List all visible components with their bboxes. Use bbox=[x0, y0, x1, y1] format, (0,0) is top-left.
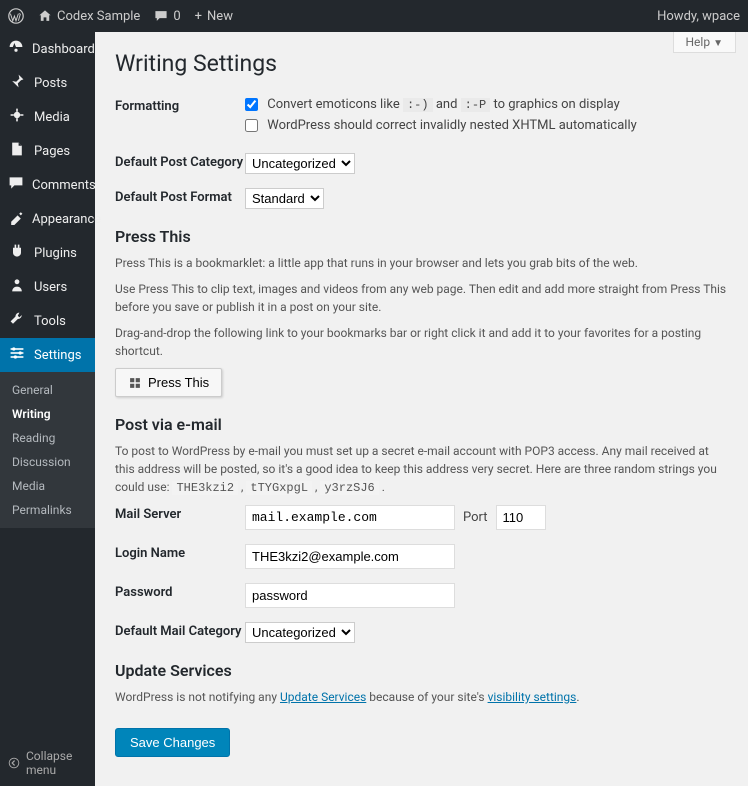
default-format-label: Default Post Format bbox=[115, 188, 245, 205]
media-icon bbox=[8, 107, 26, 127]
sidebar-item-comments[interactable]: Comments bbox=[0, 168, 95, 202]
comments-count: 0 bbox=[173, 9, 180, 24]
sidebar-item-label: Users bbox=[34, 280, 67, 295]
sidebar-item-label: Appearance bbox=[32, 212, 101, 227]
sidebar-item-media[interactable]: Media bbox=[0, 100, 95, 134]
collapse-menu[interactable]: Collapse menu bbox=[0, 739, 95, 786]
sidebar-item-posts[interactable]: Posts bbox=[0, 66, 95, 100]
default-mail-category-label: Default Mail Category bbox=[115, 622, 245, 639]
collapse-label: Collapse menu bbox=[26, 749, 87, 777]
site-name-text: Codex Sample bbox=[57, 9, 140, 24]
sidebar-item-label: Plugins bbox=[34, 246, 77, 261]
wp-logo[interactable] bbox=[8, 8, 24, 24]
formatting-label: Formatting bbox=[115, 97, 245, 114]
submenu-item-reading[interactable]: Reading bbox=[0, 426, 95, 450]
collapse-icon bbox=[8, 757, 20, 769]
main-content: Writing Settings Formatting Convert emot… bbox=[95, 32, 748, 786]
settings-submenu: GeneralWritingReadingDiscussionMediaPerm… bbox=[0, 372, 95, 528]
sidebar-item-settings[interactable]: Settings bbox=[0, 338, 95, 372]
default-mail-category-select[interactable]: Uncategorized bbox=[245, 622, 355, 643]
appearance-icon bbox=[8, 209, 24, 229]
xhtml-option[interactable]: WordPress should correct invalidly neste… bbox=[245, 118, 728, 133]
press-this-heading: Press This bbox=[115, 227, 728, 246]
password-label: Password bbox=[115, 583, 245, 600]
mail-server-input[interactable] bbox=[245, 505, 455, 530]
sidebar-item-label: Tools bbox=[34, 314, 66, 329]
default-format-select[interactable]: Standard bbox=[245, 188, 324, 209]
default-category-label: Default Post Category bbox=[115, 153, 245, 170]
submenu-item-permalinks[interactable]: Permalinks bbox=[0, 498, 95, 522]
mail-server-label: Mail Server bbox=[115, 505, 245, 522]
wordpress-icon bbox=[8, 8, 24, 24]
login-name-input[interactable] bbox=[245, 544, 455, 569]
emoticons-checkbox[interactable] bbox=[245, 98, 258, 111]
press-this-icon bbox=[128, 376, 142, 390]
site-name-link[interactable]: Codex Sample bbox=[38, 9, 140, 24]
sidebar-item-pages[interactable]: Pages bbox=[0, 134, 95, 168]
submenu-item-general[interactable]: General bbox=[0, 378, 95, 402]
sidebar-item-label: Comments bbox=[32, 178, 96, 193]
press-this-desc3: Drag-and-drop the following link to your… bbox=[115, 324, 728, 360]
password-input[interactable] bbox=[245, 583, 455, 608]
home-icon bbox=[38, 9, 52, 23]
port-input[interactable] bbox=[496, 505, 546, 530]
submenu-item-writing[interactable]: Writing bbox=[0, 402, 95, 426]
settings-icon bbox=[8, 345, 26, 365]
sidebar-item-tools[interactable]: Tools bbox=[0, 304, 95, 338]
sidebar-item-label: Posts bbox=[34, 76, 67, 91]
login-name-label: Login Name bbox=[115, 544, 245, 561]
howdy-user[interactable]: Howdy, wpace bbox=[657, 9, 740, 24]
post-via-email-desc: To post to WordPress by e-mail you must … bbox=[115, 442, 728, 497]
update-services-desc: WordPress is not notifying any Update Se… bbox=[115, 688, 728, 706]
plus-icon: + bbox=[195, 9, 202, 24]
emoticons-option[interactable]: Convert emoticons like :-) and :-P to gr… bbox=[245, 97, 728, 112]
tools-icon bbox=[8, 311, 26, 331]
sidebar-item-label: Dashboard bbox=[32, 42, 95, 57]
comment-icon bbox=[8, 175, 24, 195]
post-via-email-heading: Post via e-mail bbox=[115, 415, 728, 434]
update-services-link[interactable]: Update Services bbox=[280, 690, 366, 704]
sidebar-item-label: Media bbox=[34, 110, 70, 125]
sidebar-item-appearance[interactable]: Appearance bbox=[0, 202, 95, 236]
update-services-heading: Update Services bbox=[115, 661, 728, 680]
users-icon bbox=[8, 277, 26, 297]
save-button[interactable]: Save Changes bbox=[115, 728, 230, 757]
submenu-item-discussion[interactable]: Discussion bbox=[0, 450, 95, 474]
sidebar-item-label: Settings bbox=[34, 348, 81, 363]
new-label: New bbox=[207, 9, 233, 24]
submenu-item-media[interactable]: Media bbox=[0, 474, 95, 498]
default-category-select[interactable]: Uncategorized bbox=[245, 153, 355, 174]
comment-icon bbox=[154, 9, 168, 23]
plugin-icon bbox=[8, 243, 26, 263]
admin-toolbar: Codex Sample 0 + New Howdy, wpace bbox=[0, 0, 748, 32]
comments-link[interactable]: 0 bbox=[154, 9, 180, 24]
port-label: Port bbox=[463, 510, 488, 525]
sidebar-item-dashboard[interactable]: Dashboard bbox=[0, 32, 95, 66]
sidebar-item-plugins[interactable]: Plugins bbox=[0, 236, 95, 270]
press-this-desc2: Use Press This to clip text, images and … bbox=[115, 280, 728, 316]
sidebar-item-users[interactable]: Users bbox=[0, 270, 95, 304]
howdy-text: Howdy, wpace bbox=[657, 9, 740, 24]
admin-sidebar: Dashboard Posts Media Pages Comments Appearan… bbox=[0, 32, 95, 786]
page-title: Writing Settings bbox=[115, 50, 728, 77]
press-this-button[interactable]: Press This bbox=[115, 368, 222, 397]
dashboard-icon bbox=[8, 39, 24, 59]
press-this-desc1: Press This is a bookmarklet: a little ap… bbox=[115, 254, 728, 272]
sidebar-item-label: Pages bbox=[34, 144, 70, 159]
new-content-link[interactable]: + New bbox=[195, 9, 233, 24]
xhtml-checkbox[interactable] bbox=[245, 119, 258, 132]
pin-icon bbox=[8, 73, 26, 93]
visibility-settings-link[interactable]: visibility settings bbox=[488, 690, 577, 704]
page-icon bbox=[8, 141, 26, 161]
